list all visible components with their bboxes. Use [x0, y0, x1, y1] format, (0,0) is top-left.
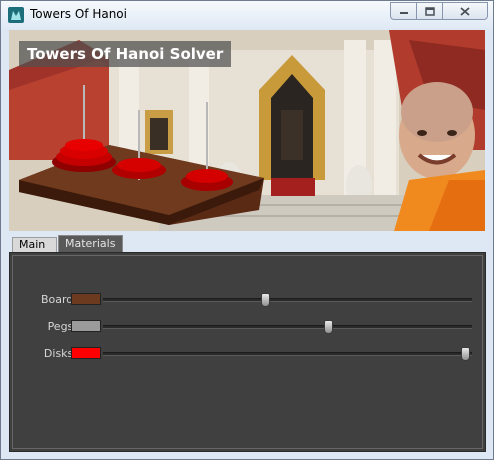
close-button[interactable] — [442, 2, 488, 20]
materials-panel: Board: Pegs: Disks: — [9, 252, 486, 452]
close-icon — [460, 6, 470, 16]
disks-slider-track[interactable] — [103, 347, 472, 361]
pegs-slider-handle[interactable] — [324, 320, 334, 334]
pegs-material-row: Pegs: — [13, 317, 483, 337]
panel-inner-frame: Board: Pegs: Disks: — [12, 255, 483, 449]
caption-buttons — [390, 2, 488, 21]
board-slider-track[interactable] — [103, 293, 472, 307]
pegs-slider-track[interactable] — [103, 320, 472, 334]
app-logo-icon — [8, 7, 24, 23]
minimize-icon — [399, 12, 408, 14]
minimize-button[interactable] — [390, 2, 417, 20]
header-banner: Towers Of Hanoi Solver — [9, 30, 485, 231]
tab-main[interactable]: Main — [12, 237, 57, 253]
window-title: Towers Of Hanoi — [30, 7, 127, 21]
banner-title: Towers Of Hanoi Solver — [19, 41, 232, 67]
disks-material-row: Disks: — [13, 344, 483, 364]
board-slider-handle[interactable] — [261, 293, 271, 307]
disks-slider-handle[interactable] — [460, 347, 470, 361]
board-material-row: Board: — [13, 290, 483, 310]
tab-materials[interactable]: Materials — [58, 235, 123, 253]
maximize-icon — [424, 6, 435, 16]
title-bar[interactable]: Towers Of Hanoi — [1, 1, 493, 29]
app-window: Towers Of Hanoi Towers Of Hanoi Solver M… — [0, 0, 494, 460]
disks-color-swatch[interactable] — [71, 347, 101, 359]
pegs-color-swatch[interactable] — [71, 320, 101, 332]
board-color-swatch[interactable] — [71, 293, 101, 305]
maximize-button[interactable] — [416, 2, 443, 20]
